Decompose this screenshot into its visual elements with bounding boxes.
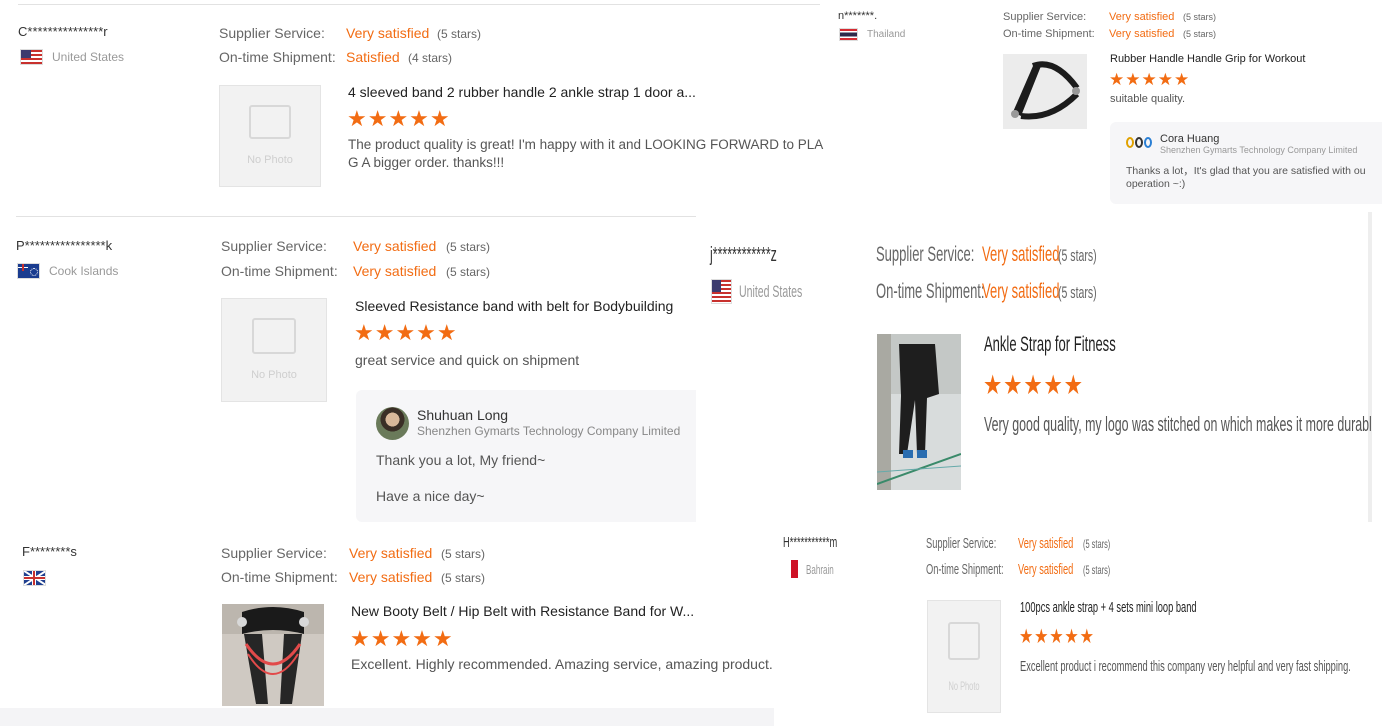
- product-title-link[interactable]: 4 sleeved band 2 rubber handle 2 ankle s…: [348, 84, 698, 100]
- buyer-country: [23, 570, 46, 586]
- ankle-strap-photo: [876, 334, 962, 490]
- product-title-link[interactable]: Ankle Strap for Fitness: [984, 333, 1196, 357]
- top-divider: [18, 4, 820, 5]
- review-card-5: F********s Supplier Service: Very satisf…: [0, 532, 774, 708]
- image-placeholder-icon: [252, 317, 296, 354]
- rating-stars: ★★★★★: [350, 626, 454, 651]
- supplier-service-stars: (5 stars): [437, 27, 482, 41]
- supplier-logo-icon: [1126, 137, 1152, 149]
- review-card-1: C***************r United States Supplier…: [0, 0, 830, 212]
- reply-author-company: Shenzhen Gymarts Technology Company Limi…: [417, 424, 681, 438]
- reply-author-name: Cora Huang: [1160, 133, 1220, 145]
- bh-flag-icon: [788, 560, 798, 578]
- supplier-service-stars: (5 stars): [1183, 12, 1217, 22]
- supplier-service-label: Supplier Service:: [221, 545, 327, 561]
- buyer-country: Bahrain: [788, 560, 851, 578]
- review-comment: The product quality is great! I'm happy …: [348, 137, 823, 170]
- product-image[interactable]: [222, 604, 324, 706]
- image-placeholder-icon: [249, 105, 291, 139]
- card-right-edge: [1368, 212, 1372, 522]
- supplier-service-value: Very satisfied: [1109, 11, 1175, 23]
- buyer-name: H***********m: [783, 534, 838, 551]
- review-card-3: P****************k Cook Islands Supplier…: [0, 212, 696, 532]
- rating-stars: ★★★★★: [983, 370, 1084, 400]
- on-time-shipment-stars: (5 stars): [446, 265, 491, 279]
- supplier-service-label: Supplier Service:: [221, 238, 327, 254]
- product-image-placeholder[interactable]: No Photo: [927, 600, 1001, 713]
- on-time-shipment-label: On-time Shipment:: [221, 263, 338, 279]
- product-image[interactable]: [1003, 54, 1087, 129]
- rating-stars: ★★★★★: [354, 320, 458, 345]
- review-card-6: H***********m Bahrain Supplier Service: …: [774, 522, 1382, 726]
- on-time-shipment-label: On-time Shipment:: [219, 49, 336, 65]
- on-time-shipment-stars: (4 stars): [408, 51, 453, 65]
- supplier-service-label: Supplier Service:: [219, 25, 325, 41]
- review-comment: Excellent product i recommend this compa…: [1020, 658, 1351, 675]
- us-flag-icon: [20, 49, 43, 65]
- on-time-shipment-label: On-time Shipment:: [221, 569, 338, 585]
- ck-flag-icon: [17, 263, 40, 279]
- us-flag-icon: [711, 279, 732, 304]
- on-time-shipment-value: Very satisfied: [349, 569, 433, 585]
- on-time-shipment-stars: (5 stars): [1058, 283, 1097, 302]
- supplier-reply: Shuhuan Long Shenzhen Gymarts Technology…: [356, 390, 696, 522]
- product-title-link[interactable]: Rubber Handle Handle Grip for Workout: [1110, 53, 1380, 65]
- reply-text-line2: Have a nice day~: [376, 488, 485, 504]
- buyer-name: j************z: [710, 244, 777, 266]
- on-time-shipment-value: Very satisfied: [353, 263, 437, 279]
- buyer-name: C***************r: [18, 24, 108, 39]
- review-card-4: j************z United States Supplier Se…: [696, 212, 1372, 522]
- buyer-country: Cook Islands: [17, 263, 118, 279]
- booty-belt-photo: [222, 604, 324, 706]
- on-time-shipment-stars: (5 stars): [1183, 29, 1217, 39]
- product-title-link[interactable]: 100pcs ankle strap + 4 sets mini loop ba…: [1020, 599, 1305, 616]
- uk-flag-icon: [23, 570, 46, 586]
- supplier-service-value: Very satisfied: [349, 545, 433, 561]
- avatar: [376, 407, 409, 440]
- reply-text: Thanks a lot，It's glad that you are sati…: [1126, 165, 1366, 190]
- on-time-shipment-label: On-time Shipment:: [1003, 28, 1095, 40]
- product-image-placeholder[interactable]: No Photo: [219, 85, 321, 187]
- supplier-service-value: Very satisfied: [346, 25, 430, 41]
- review-comment: Very good quality, my logo was stitched …: [984, 414, 1372, 436]
- supplier-service-stars: (5 stars): [1058, 246, 1097, 265]
- on-time-shipment-value: Satisfied: [346, 49, 400, 65]
- product-image[interactable]: [876, 334, 962, 490]
- product-image-placeholder[interactable]: No Photo: [221, 298, 327, 402]
- buyer-name: F********s: [22, 544, 77, 559]
- supplier-service-value: Very satisfied: [353, 238, 437, 254]
- buyer-country: Thailand: [839, 28, 905, 41]
- handle-grip-photo: [1003, 54, 1087, 129]
- product-title-link[interactable]: Sleeved Resistance band with belt for Bo…: [355, 298, 695, 314]
- image-placeholder-icon: [948, 621, 980, 660]
- supplier-reply: Cora Huang Shenzhen Gymarts Technology C…: [1110, 122, 1382, 204]
- reply-author-company: Shenzhen Gymarts Technology Company Limi…: [1160, 145, 1358, 155]
- rating-stars: ★★★★★: [1019, 626, 1095, 648]
- review-comment: Excellent. Highly recommended. Amazing s…: [351, 656, 773, 672]
- rating-stars: ★★★★★: [347, 106, 451, 131]
- review-comment: suitable quality.: [1110, 93, 1186, 105]
- rating-stars: ★★★★★: [1109, 70, 1191, 89]
- supplier-service-stars: (5 stars): [1083, 537, 1111, 551]
- on-time-shipment-stars: (5 stars): [1083, 563, 1111, 577]
- on-time-shipment-value: Very satisfied: [1109, 28, 1175, 40]
- reply-text-line1: Thank you a lot, My friend~: [376, 452, 546, 468]
- review-comment: great service and quick on shipment: [355, 352, 580, 368]
- buyer-name: P****************k: [16, 238, 113, 253]
- divider: [16, 216, 696, 217]
- bottom-strip: [0, 708, 774, 726]
- buyer-name: n*******.: [838, 10, 878, 22]
- supplier-service-stars: (5 stars): [446, 240, 491, 254]
- reply-author-name: Shuhuan Long: [417, 407, 509, 423]
- supplier-service-stars: (5 stars): [441, 547, 486, 561]
- buyer-country: United States: [711, 279, 841, 304]
- th-flag-icon: [839, 28, 858, 41]
- on-time-shipment-stars: (5 stars): [441, 571, 486, 585]
- product-title-link[interactable]: New Booty Belt / Hip Belt with Resistanc…: [351, 603, 711, 619]
- buyer-country: United States: [20, 49, 124, 65]
- supplier-service-label: Supplier Service:: [1003, 11, 1087, 23]
- review-card-2: n*******. Thailand Supplier Service: Ver…: [830, 0, 1382, 212]
